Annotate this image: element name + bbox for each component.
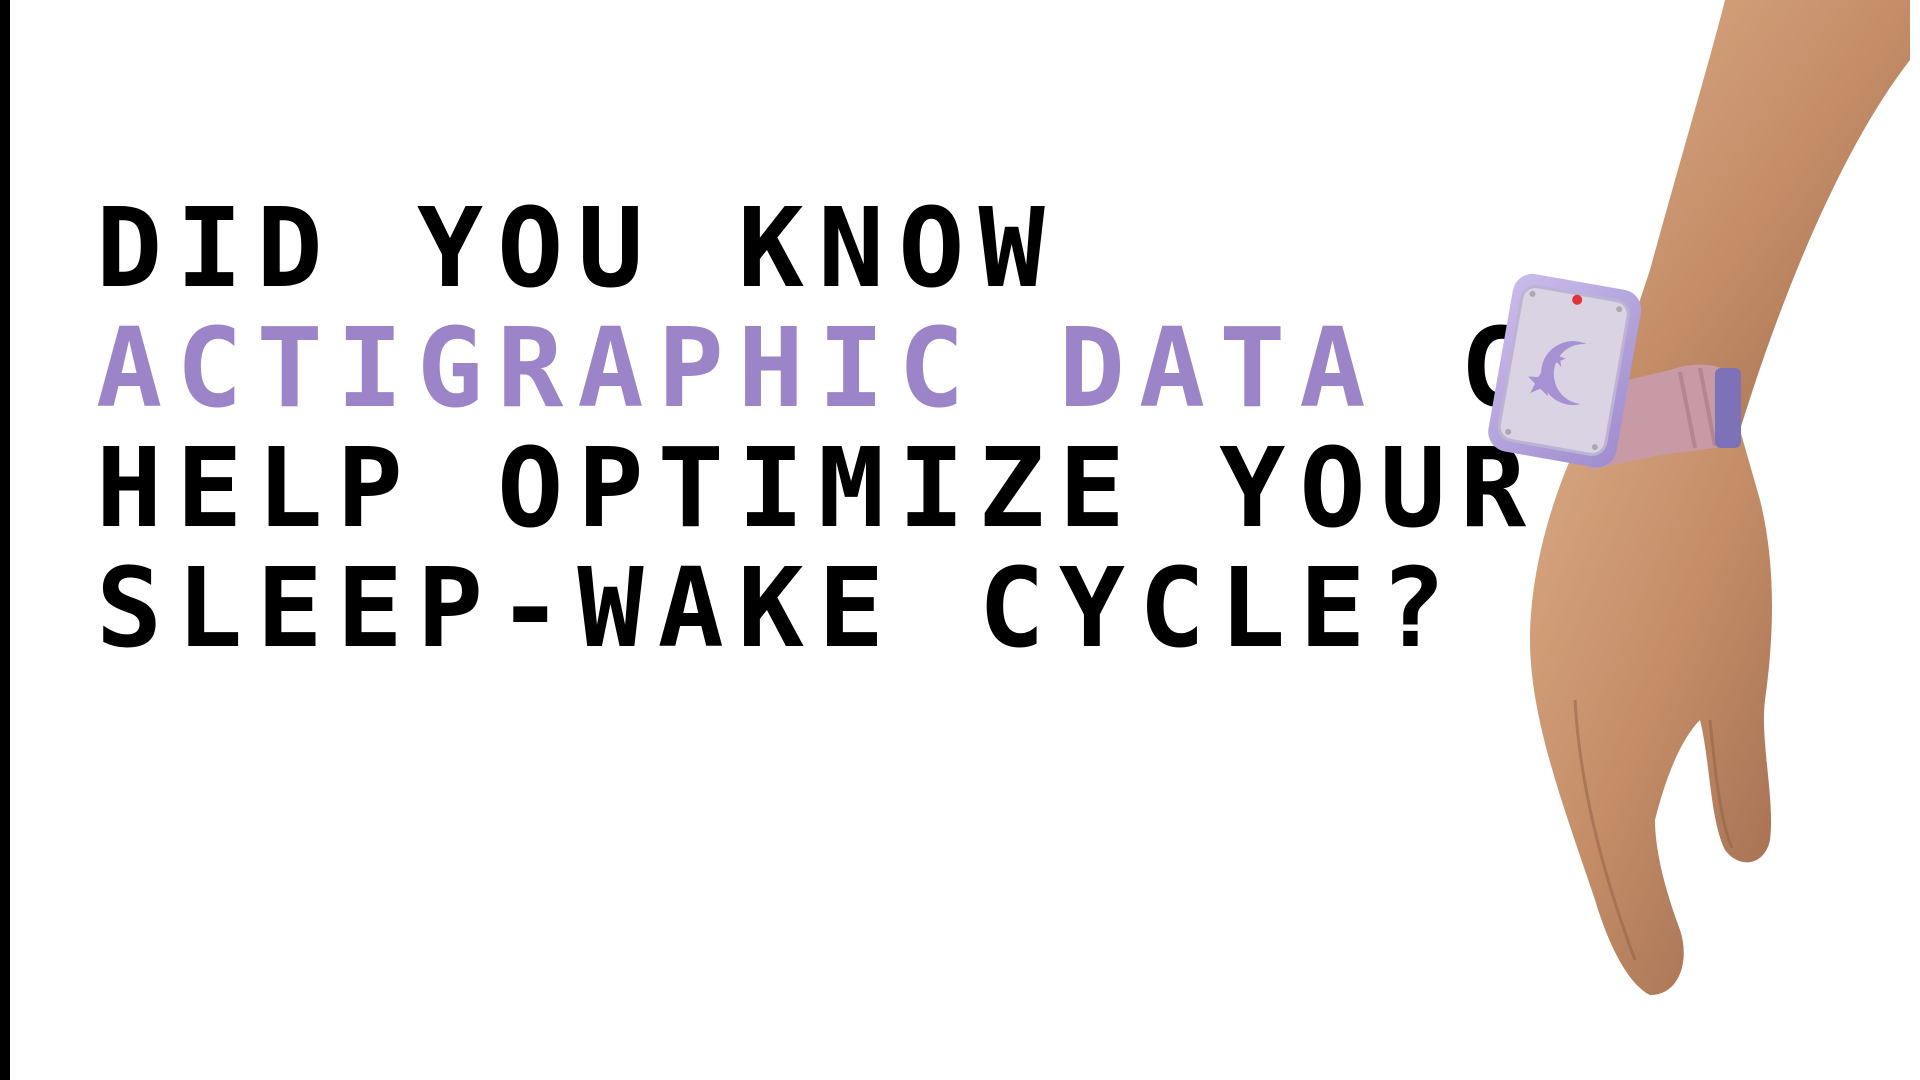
hand-shape [1530,0,1910,995]
hand-illustration [1380,0,1920,1080]
page: DID YOU KNOW ACTIGRAPHIC DATA CA HELP OP… [0,0,1920,1080]
headline-accent: ACTIGRAPHIC DATA [96,304,1380,432]
left-border [0,0,10,1080]
